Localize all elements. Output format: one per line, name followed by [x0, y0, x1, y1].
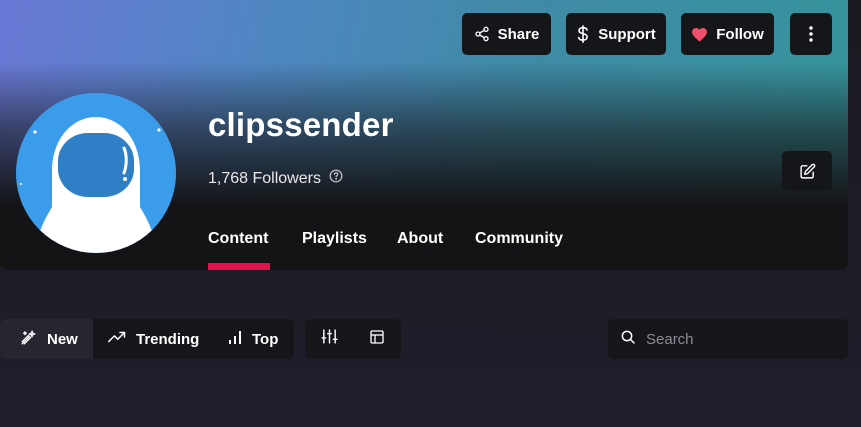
share-label: Share	[497, 25, 540, 43]
sort-new-label: New	[47, 330, 78, 348]
sort-trending-button[interactable]: Trending	[108, 319, 199, 359]
support-label: Support	[598, 25, 656, 43]
more-options-button[interactable]	[790, 13, 832, 55]
bar-chart-icon	[228, 330, 242, 348]
layout-icon	[369, 329, 385, 350]
view-controls	[305, 319, 401, 359]
heart-icon	[691, 27, 708, 42]
search-icon	[620, 329, 636, 350]
sparkle-icon	[20, 329, 37, 350]
sort-top-button[interactable]: Top	[228, 319, 278, 359]
sort-trending-label: Trending	[136, 330, 200, 348]
channel-name: clipssender	[208, 106, 394, 143]
sort-toggle-group: New Trending Top	[0, 319, 294, 359]
tab-playlists[interactable]: Playlists	[302, 230, 367, 248]
follow-label: Follow	[716, 25, 764, 43]
follow-button[interactable]: Follow	[681, 13, 774, 55]
tab-community[interactable]: Community	[475, 230, 563, 248]
sliders-icon	[320, 328, 338, 350]
search-box	[608, 319, 848, 359]
more-vertical-icon	[809, 26, 813, 42]
active-tab-indicator	[208, 263, 270, 270]
sort-new-button[interactable]: New	[0, 319, 93, 359]
help-circle-icon[interactable]	[329, 169, 343, 188]
followers-label: 1,768 Followers	[208, 169, 321, 187]
edit-channel-button[interactable]	[782, 151, 832, 191]
followers-count: 1,768 Followers	[208, 169, 343, 188]
channel-header: Share Support Follow clipssender 1,768 F…	[0, 0, 848, 270]
edit-icon	[799, 163, 816, 180]
tab-about[interactable]: About	[397, 230, 443, 248]
filter-sliders-button[interactable]	[305, 319, 353, 359]
support-button[interactable]: Support	[566, 13, 666, 55]
layout-toggle-button[interactable]	[353, 319, 401, 359]
tab-content[interactable]: Content	[208, 230, 268, 248]
share-icon	[474, 26, 490, 42]
channel-avatar	[16, 93, 176, 253]
trending-up-icon	[108, 330, 126, 348]
channel-page: Share Support Follow clipssender 1,768 F…	[0, 0, 861, 427]
search-input[interactable]	[646, 330, 836, 348]
dollar-icon	[576, 25, 590, 43]
sort-top-label: Top	[252, 330, 279, 348]
astronaut-avatar-icon	[16, 93, 176, 253]
share-button[interactable]: Share	[462, 13, 551, 55]
